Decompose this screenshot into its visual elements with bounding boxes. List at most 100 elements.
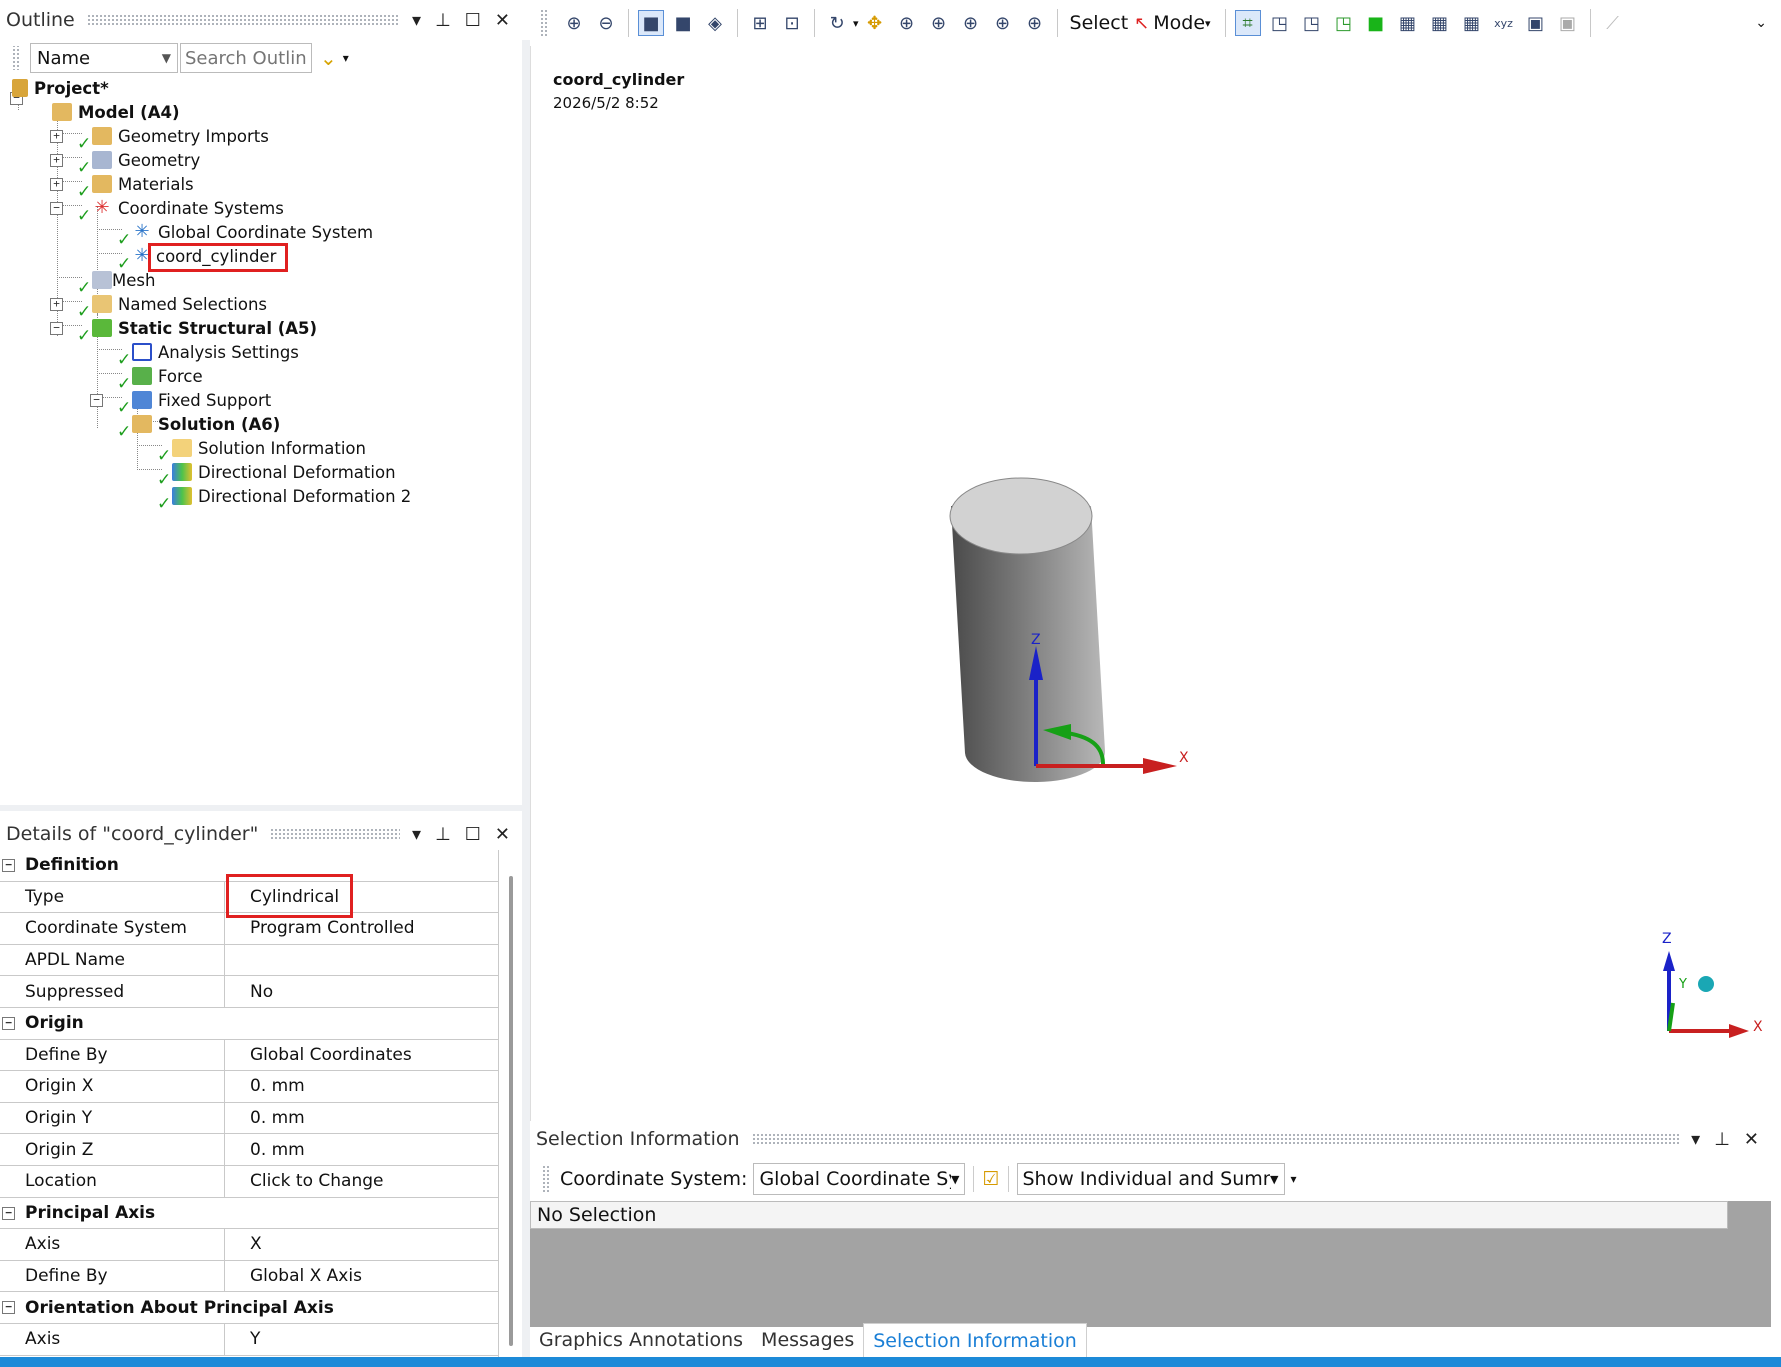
select-mesh-icon[interactable]: ▦ <box>1427 10 1453 36</box>
select-body-icon[interactable]: ◳ <box>1331 10 1357 36</box>
detail-value[interactable] <box>225 945 250 976</box>
zoom-out-icon[interactable]: ⊖ <box>593 10 619 36</box>
outline-drag-grip[interactable] <box>86 15 401 25</box>
detail-row-orientation-axis[interactable]: Axis Y <box>0 1323 498 1356</box>
section-origin[interactable]: − Origin <box>0 1008 498 1040</box>
collapse-section-icon[interactable]: − <box>2 1301 15 1315</box>
expand-geometry-imports-icon[interactable]: + <box>50 130 63 143</box>
selection-toolbar-overflow-icon[interactable]: ▾ <box>1291 1172 1297 1186</box>
select-mode-icon[interactable]: ↖ <box>1134 13 1149 34</box>
collapse-section-icon[interactable]: − <box>2 859 15 872</box>
select-label[interactable]: Select <box>1070 12 1129 34</box>
pane-splitter[interactable] <box>522 40 530 1357</box>
tree-node-mesh[interactable]: Mesh <box>92 268 155 292</box>
toolbar-overflow-icon[interactable]: ⌄ <box>1755 15 1767 31</box>
tree-node-project[interactable]: Project* <box>12 76 109 100</box>
detail-value[interactable]: Click to Change <box>225 1166 383 1197</box>
detail-value[interactable]: Y <box>225 1324 260 1355</box>
zoom-icon[interactable]: ⊕ <box>894 10 920 36</box>
detail-row-suppressed[interactable]: Suppressed No <box>0 976 498 1008</box>
detail-value[interactable]: X <box>225 1229 262 1260</box>
wireframe-view-icon[interactable]: ◈ <box>702 10 728 36</box>
detail-value[interactable]: 0. mm <box>225 1071 305 1102</box>
detail-row-origin-x[interactable]: Origin X 0. mm <box>0 1071 498 1103</box>
detail-row-axis-define-by[interactable]: Define By Global X Axis <box>0 1260 498 1293</box>
collapse-static-structural-icon[interactable]: − <box>50 322 63 335</box>
tab-messages[interactable]: Messages <box>752 1323 863 1357</box>
tab-selection-information[interactable]: Selection Information <box>863 1323 1087 1357</box>
details-pin-icon[interactable]: ⊥ <box>435 824 451 845</box>
annotate-icon[interactable]: ▣ <box>1555 10 1581 36</box>
tab-graphics-annotations[interactable]: Graphics Annotations <box>530 1323 752 1357</box>
detail-row-axis[interactable]: Axis X <box>0 1229 498 1261</box>
pan-icon[interactable]: ✥ <box>862 10 888 36</box>
show-individual-dropdown[interactable]: Show Individual and Summa ▼ <box>1016 1163 1285 1195</box>
selection-info-pin-icon[interactable]: ⊥ <box>1714 1129 1730 1150</box>
zoom-box-icon[interactable]: ⊕ <box>926 10 952 36</box>
section-principal-axis[interactable]: − Principal Axis <box>0 1198 498 1230</box>
select-vertex-icon[interactable]: ⌗ <box>1234 10 1261 36</box>
coordinate-system-dropdown[interactable]: Global Coordinate Sy ▼ <box>753 1163 966 1195</box>
detail-row-location[interactable]: Location Click to Change <box>0 1165 498 1198</box>
outline-pin-icon[interactable]: ⊥ <box>435 10 451 31</box>
zoom-all-icon[interactable]: ⊕ <box>990 10 1016 36</box>
tree-node-coordinate-systems[interactable]: ✳ Coordinate Systems <box>92 196 283 220</box>
detail-value[interactable]: Global X Axis <box>225 1261 362 1292</box>
tree-node-analysis-settings[interactable]: Analysis Settings <box>132 340 299 364</box>
rotate-icon[interactable]: ↻ <box>824 10 850 36</box>
details-drag-grip[interactable] <box>270 829 401 839</box>
tree-node-geometry[interactable]: Geometry <box>92 148 200 172</box>
detail-value[interactable]: 0. mm <box>225 1134 305 1165</box>
details-close-icon[interactable]: ✕ <box>495 824 510 845</box>
solid-view-icon[interactable]: ■ <box>638 10 664 36</box>
chart-icon[interactable]: ⟋ <box>1600 10 1626 36</box>
detail-value[interactable]: Global Coordinates <box>225 1040 412 1071</box>
detail-row-define-by[interactable]: Define By Global Coordinates <box>0 1039 498 1072</box>
expand-named-selections-icon[interactable]: + <box>50 298 63 311</box>
tree-node-force[interactable]: Force <box>132 364 203 388</box>
toolbar-grip[interactable] <box>540 8 548 38</box>
select-edge-icon[interactable]: ◳ <box>1267 10 1293 36</box>
label-icon[interactable]: ▣ <box>1523 10 1549 36</box>
magnifier-icon[interactable]: ⊕ <box>1022 10 1048 36</box>
tree-node-named-selections[interactable]: Named Selections <box>92 292 267 316</box>
pane-splitter-horizontal[interactable] <box>0 805 522 811</box>
select-node-icon[interactable]: ▦ <box>1395 10 1421 36</box>
hide-vertices-icon[interactable]: ⊡ <box>779 10 805 36</box>
filter-name-dropdown[interactable]: Name ▼ <box>30 43 178 73</box>
expand-geometry-icon[interactable]: + <box>50 154 63 167</box>
selection-info-close-icon[interactable]: ✕ <box>1744 1129 1759 1150</box>
tree-node-fixed-support[interactable]: Fixed Support <box>132 388 271 412</box>
tree-node-solution[interactable]: Solution (A6) <box>132 412 280 436</box>
detail-value[interactable]: 0. mm <box>225 1103 305 1134</box>
tree-node-model[interactable]: Model (A4) <box>52 100 180 124</box>
search-outline-input[interactable] <box>180 43 312 73</box>
coordinates-icon[interactable]: xyz <box>1491 10 1517 36</box>
details-menu-icon[interactable]: ▾ <box>412 824 421 845</box>
tree-node-materials[interactable]: Materials <box>92 172 194 196</box>
graphics-viewport[interactable]: coord_cylinder 2026/5/2 8:52 Z X Z Y X <box>530 46 1771 1121</box>
mode-dropdown[interactable]: Mode <box>1153 12 1205 34</box>
section-orientation[interactable]: − Orientation About Principal Axis <box>0 1292 498 1324</box>
collapse-solution-icon[interactable]: − <box>90 394 103 407</box>
rotate-dropdown-icon[interactable]: ▾ <box>853 17 859 30</box>
collapse-section-icon[interactable]: − <box>2 1016 15 1030</box>
detail-row-origin-z[interactable]: Origin Z 0. mm <box>0 1134 498 1166</box>
tree-node-directional-deformation[interactable]: Directional Deformation <box>172 460 396 484</box>
filter-more-icon[interactable]: ▾ <box>343 51 349 65</box>
select-mesh-face-icon[interactable]: ▦ <box>1459 10 1485 36</box>
tree-node-geometry-imports[interactable]: Geometry Imports <box>92 124 269 148</box>
detail-row-origin-y[interactable]: Origin Y 0. mm <box>0 1102 498 1135</box>
select-face-icon[interactable]: ◳ <box>1299 10 1325 36</box>
filter-chevron-icon[interactable]: ⌄ <box>320 46 337 70</box>
select-element-icon[interactable]: ■ <box>1363 10 1389 36</box>
show-vertices-icon[interactable]: ⊞ <box>747 10 773 36</box>
model-canvas[interactable]: Z X <box>531 46 1772 1121</box>
collapse-coordinate-systems-icon[interactable]: − <box>50 202 63 215</box>
selection-info-menu-icon[interactable]: ▾ <box>1691 1129 1700 1150</box>
checklist-icon[interactable]: ☑ <box>982 1168 999 1190</box>
details-maximize-icon[interactable]: ☐ <box>465 824 481 845</box>
collapse-section-icon[interactable]: − <box>2 1206 15 1220</box>
tree-node-directional-deformation-2[interactable]: Directional Deformation 2 <box>172 484 411 508</box>
tree-node-static-structural[interactable]: Static Structural (A5) <box>92 316 317 340</box>
